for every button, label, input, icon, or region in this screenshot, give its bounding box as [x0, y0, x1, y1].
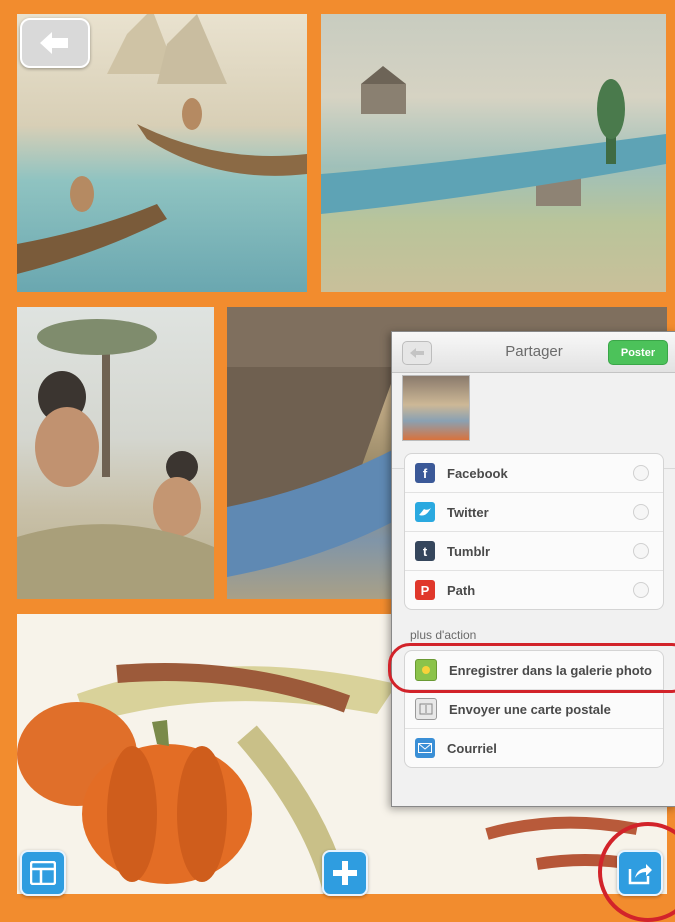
social-networks-list: f Facebook Twitter t Tumblr P Path [404, 453, 664, 610]
twitter-toggle[interactable] [633, 504, 649, 520]
more-actions-list: Enregistrer dans la galerie photo Envoye… [404, 650, 664, 768]
share-option-tumblr[interactable]: t Tumblr [405, 532, 663, 571]
collage-tile-harvesters[interactable] [17, 307, 214, 599]
twitter-icon [415, 502, 435, 522]
action-label: Enregistrer dans la galerie photo [449, 662, 652, 678]
action-send-postcard[interactable]: Envoyer une carte postale [405, 690, 663, 729]
plus-icon [333, 861, 357, 885]
action-label: Courriel [447, 740, 497, 756]
share-option-label: Twitter [447, 504, 489, 520]
harvest-scene-illustration [17, 319, 214, 599]
share-panel: Partager Poster f Facebook Twitter t Tum… [391, 331, 675, 807]
share-button[interactable] [617, 850, 663, 896]
layout-button[interactable] [20, 850, 66, 896]
mail-icon [415, 738, 435, 758]
share-option-twitter[interactable]: Twitter [405, 493, 663, 532]
facebook-toggle[interactable] [633, 465, 649, 481]
share-option-facebook[interactable]: f Facebook [405, 454, 663, 493]
tumblr-toggle[interactable] [633, 543, 649, 559]
facebook-icon: f [415, 463, 435, 483]
action-label: Envoyer une carte postale [449, 701, 611, 717]
action-email[interactable]: Courriel [405, 729, 663, 767]
share-preview-thumbnail [402, 375, 470, 441]
add-button[interactable] [322, 850, 368, 896]
share-option-path[interactable]: P Path [405, 571, 663, 609]
back-button[interactable] [20, 18, 90, 68]
layout-grid-icon [30, 861, 56, 885]
postcard-icon [415, 698, 437, 720]
share-option-label: Facebook [447, 465, 508, 481]
post-button[interactable]: Poster [608, 340, 668, 365]
tumblr-icon: t [415, 541, 435, 561]
path-icon: P [415, 580, 435, 600]
share-icon [628, 864, 652, 885]
village-scene-illustration [321, 66, 666, 214]
photo-gallery-icon [415, 659, 437, 681]
action-save-to-gallery[interactable]: Enregistrer dans la galerie photo [405, 651, 663, 690]
share-panel-header: Partager Poster [392, 332, 675, 373]
collage-tile-village[interactable] [321, 14, 666, 292]
path-toggle[interactable] [633, 582, 649, 598]
arrow-left-icon [40, 32, 68, 54]
share-option-label: Tumblr [447, 543, 491, 559]
more-actions-heading: plus d'action [410, 628, 477, 642]
share-option-label: Path [447, 582, 476, 598]
